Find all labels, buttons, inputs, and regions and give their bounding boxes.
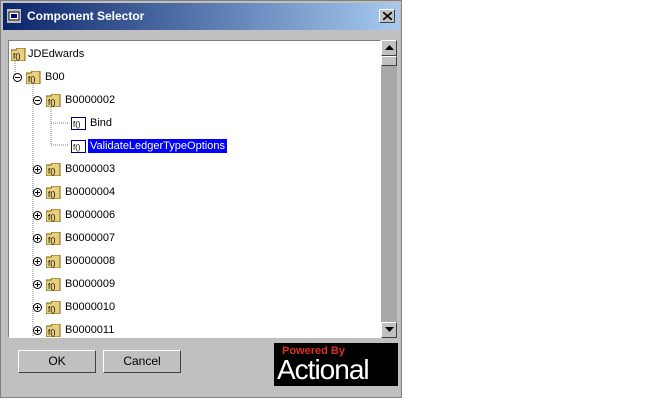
- folder-function-icon: f(): [46, 323, 61, 337]
- tree-node-label: B0000008: [65, 255, 116, 267]
- svg-text:f(): f(): [48, 328, 56, 337]
- svg-text:f(): f(): [48, 305, 56, 314]
- tree-node-label: B0000010: [65, 301, 116, 313]
- tree-node-sibling[interactable]: f() B0000008: [33, 253, 115, 269]
- svg-text:f(): f(): [28, 75, 36, 84]
- svg-text:f(): f(): [73, 120, 81, 129]
- svg-text:f(): f(): [48, 236, 56, 245]
- title-bar[interactable]: Component Selector: [3, 3, 399, 30]
- close-button[interactable]: [379, 9, 395, 23]
- tree-node-sibling[interactable]: f() B0000007: [33, 230, 115, 246]
- folder-function-icon: f(): [46, 277, 61, 291]
- component-selector-dialog: Component Selector f() JDEdwards f() B00: [0, 0, 402, 398]
- tree-node-b0000002[interactable]: f() B0000002: [33, 92, 115, 108]
- tree-node-label: JDEdwards: [28, 48, 85, 60]
- tree-node-sibling[interactable]: f() B0000010: [33, 299, 115, 315]
- svg-text:f(): f(): [48, 98, 56, 107]
- tree-node-label: B0000006: [65, 209, 116, 221]
- folder-function-icon: f(): [46, 162, 61, 176]
- tree-node-label: B0000003: [65, 163, 116, 175]
- tree-node-root[interactable]: f() JDEdwards: [11, 46, 84, 62]
- vertical-scrollbar[interactable]: [381, 40, 397, 338]
- expand-icon[interactable]: [33, 164, 42, 174]
- folder-function-icon: f(): [46, 93, 61, 107]
- tree-node-sibling[interactable]: f() B0000006: [33, 207, 115, 223]
- svg-text:f(): f(): [48, 213, 56, 222]
- tree-node-label: B0000007: [65, 232, 116, 244]
- scroll-up-button[interactable]: [381, 40, 397, 56]
- tree-node-label: B0000009: [65, 278, 116, 290]
- logo-name: Actional: [277, 354, 370, 385]
- tree-node-label: B0000011: [65, 324, 115, 336]
- tree-node-label: B0000004: [65, 186, 116, 198]
- folder-function-icon: f(): [46, 231, 61, 245]
- collapse-icon[interactable]: [33, 95, 42, 105]
- collapse-icon[interactable]: [13, 72, 22, 82]
- tree-leaf-validate[interactable]: f() ValidateLedgerTypeOptions: [71, 138, 227, 154]
- scroll-thumb[interactable]: [381, 56, 397, 66]
- window-title: Component Selector: [27, 9, 145, 23]
- expand-icon[interactable]: [33, 279, 42, 289]
- expand-icon[interactable]: [33, 256, 42, 266]
- tree-node-label: Bind: [90, 117, 113, 129]
- expand-icon[interactable]: [33, 302, 42, 312]
- component-tree[interactable]: f() JDEdwards f() B00 f() B0000002 f() B…: [8, 40, 381, 338]
- folder-function-icon: f(): [11, 47, 26, 61]
- actional-logo: Powered By Actional: [274, 343, 398, 386]
- svg-text:f(): f(): [48, 167, 56, 176]
- expand-icon[interactable]: [33, 187, 42, 197]
- tree-node-sibling[interactable]: f() B0000009: [33, 276, 115, 292]
- svg-text:f(): f(): [48, 259, 56, 268]
- tree-leaf-bind[interactable]: f() Bind: [71, 115, 112, 131]
- folder-function-icon: f(): [26, 70, 41, 84]
- folder-function-icon: f(): [46, 185, 61, 199]
- scroll-track[interactable]: [381, 66, 397, 322]
- svg-text:f(): f(): [73, 143, 81, 152]
- app-icon: [7, 9, 21, 23]
- svg-text:f(): f(): [48, 190, 56, 199]
- tree-node-label: B0000002: [65, 94, 116, 106]
- tree-node-b00[interactable]: f() B00: [13, 69, 65, 85]
- ok-button[interactable]: OK: [18, 350, 96, 373]
- tree-node-sibling[interactable]: f() B0000003: [33, 161, 115, 177]
- tree-node-label-selected: ValidateLedgerTypeOptions: [88, 139, 227, 153]
- tree-node-label: B00: [45, 71, 65, 83]
- scroll-down-button[interactable]: [381, 322, 397, 338]
- folder-function-icon: f(): [46, 300, 61, 314]
- svg-text:f(): f(): [48, 282, 56, 291]
- function-icon: f(): [71, 116, 86, 130]
- arrow-down-icon: [385, 327, 394, 332]
- folder-function-icon: f(): [46, 208, 61, 222]
- expand-icon[interactable]: [33, 210, 42, 220]
- arrow-up-icon: [385, 45, 394, 50]
- function-icon: f(): [71, 139, 86, 153]
- tree-node-sibling[interactable]: f() B0000011: [33, 322, 115, 337]
- expand-icon[interactable]: [33, 233, 42, 243]
- svg-text:f(): f(): [13, 52, 21, 61]
- folder-function-icon: f(): [46, 254, 61, 268]
- close-icon: [383, 12, 392, 20]
- tree-node-sibling[interactable]: f() B0000004: [33, 184, 115, 200]
- cancel-button[interactable]: Cancel: [103, 350, 181, 373]
- expand-icon[interactable]: [33, 325, 42, 335]
